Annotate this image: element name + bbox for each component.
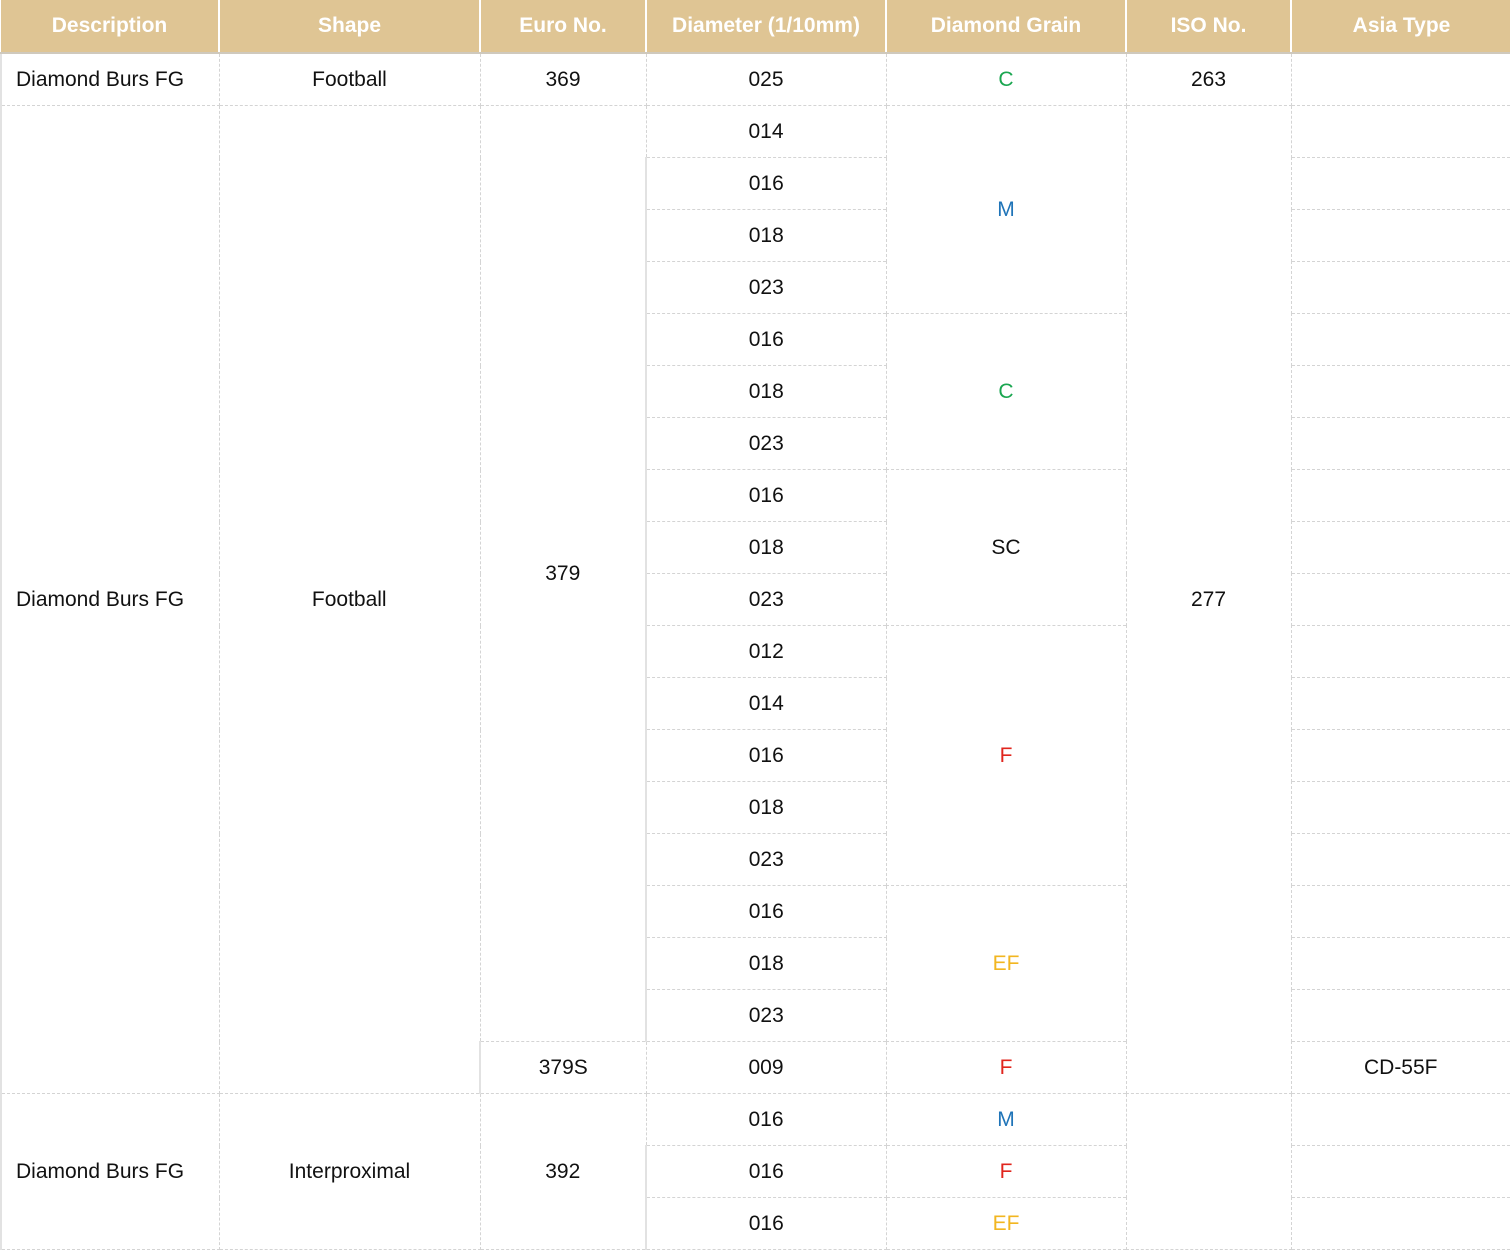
diameter-cell: 016 bbox=[645, 1093, 887, 1146]
asia-type-cell bbox=[1290, 989, 1510, 1042]
grain-cell: C bbox=[885, 52, 1127, 106]
header-euro-no: Euro No. bbox=[480, 0, 647, 54]
asia-type-cell bbox=[1290, 1093, 1510, 1146]
grain-cell: SC bbox=[885, 469, 1127, 626]
asia-type-cell bbox=[1290, 313, 1510, 366]
grain-cell: F bbox=[885, 1145, 1127, 1198]
diameter-cell: 023 bbox=[645, 989, 887, 1042]
euro-no-cell: 379 bbox=[479, 105, 647, 1042]
diameter-cell: 016 bbox=[645, 885, 887, 938]
diameter-cell: 018 bbox=[645, 781, 887, 834]
asia-type-cell bbox=[1290, 781, 1510, 834]
euro-no-cell: 392 bbox=[479, 1093, 647, 1250]
diameter-cell: 016 bbox=[645, 157, 887, 210]
asia-type-cell: CD-55F bbox=[1290, 1041, 1510, 1094]
asia-type-cell bbox=[1290, 417, 1510, 470]
asia-type-cell bbox=[1290, 1197, 1510, 1250]
diameter-cell: 014 bbox=[645, 677, 887, 730]
iso-no-cell: 277 bbox=[1125, 105, 1292, 1094]
diameter-cell: 018 bbox=[645, 209, 887, 262]
asia-type-cell bbox=[1290, 677, 1510, 730]
asia-type-cell bbox=[1290, 157, 1510, 210]
asia-type-cell bbox=[1290, 625, 1510, 678]
table-body: Diamond Burs FG Football 369 025 C 263 Diamond… bbox=[0, 52, 1510, 1250]
diameter-cell: 016 bbox=[645, 729, 887, 782]
shape-cell: Football bbox=[218, 105, 481, 1094]
table-row: Diamond Burs FG Football 369 025 C 263 bbox=[0, 52, 1510, 106]
header-diameter: Diameter (1/10mm) bbox=[646, 0, 887, 54]
description-cell: Diamond Burs FG bbox=[0, 1093, 220, 1250]
euro-no-cell: 379S bbox=[479, 1041, 647, 1094]
iso-no-cell: 263 bbox=[1125, 52, 1292, 106]
shape-cell: Football bbox=[218, 52, 481, 106]
asia-type-cell bbox=[1290, 365, 1510, 418]
diameter-cell: 016 bbox=[645, 1197, 887, 1250]
header-shape: Shape bbox=[219, 0, 481, 54]
asia-type-cell bbox=[1290, 573, 1510, 626]
product-spec-table: Description Shape Euro No. Diameter (1/1… bbox=[0, 0, 1510, 1250]
diameter-cell: 023 bbox=[645, 833, 887, 886]
asia-type-cell bbox=[1290, 937, 1510, 990]
diameter-cell: 018 bbox=[645, 521, 887, 574]
euro-no-cell: 369 bbox=[479, 52, 647, 106]
asia-type-cell bbox=[1290, 261, 1510, 314]
diameter-cell: 014 bbox=[645, 105, 887, 158]
grain-cell: EF bbox=[885, 1197, 1127, 1250]
header-row: Description Shape Euro No. Diameter (1/1… bbox=[1, 0, 1510, 54]
header-diamond-grain: Diamond Grain bbox=[886, 0, 1127, 54]
grain-cell: EF bbox=[885, 885, 1127, 1042]
diameter-cell: 016 bbox=[645, 1145, 887, 1198]
description-cell: Diamond Burs FG bbox=[0, 105, 220, 1094]
shape-cell: Interproximal bbox=[218, 1093, 481, 1250]
grain-cell: M bbox=[885, 105, 1127, 314]
asia-type-cell bbox=[1290, 833, 1510, 886]
asia-type-cell bbox=[1290, 105, 1510, 158]
table-header: Description Shape Euro No. Diameter (1/1… bbox=[1, 0, 1510, 54]
diameter-cell: 025 bbox=[645, 52, 887, 106]
iso-no-cell bbox=[1125, 1093, 1292, 1250]
asia-type-cell bbox=[1290, 521, 1510, 574]
grain-cell: F bbox=[885, 625, 1127, 886]
grain-cell: F bbox=[885, 1041, 1127, 1094]
table-row: Diamond Burs FG Interproximal 392 016 M bbox=[0, 1093, 1510, 1250]
grain-cell: C bbox=[885, 313, 1127, 470]
diameter-cell: 023 bbox=[645, 417, 887, 470]
diameter-cell: 016 bbox=[645, 469, 887, 522]
asia-type-cell bbox=[1290, 729, 1510, 782]
header-description: Description bbox=[1, 0, 220, 54]
header-iso-no: ISO No. bbox=[1126, 0, 1292, 54]
asia-type-cell bbox=[1290, 52, 1510, 106]
grain-cell: M bbox=[885, 1093, 1127, 1146]
diameter-cell: 023 bbox=[645, 261, 887, 314]
asia-type-cell bbox=[1290, 1145, 1510, 1198]
asia-type-cell bbox=[1290, 209, 1510, 262]
diameter-cell: 016 bbox=[645, 313, 887, 366]
table-row: Diamond Burs FG Football 379 014 M 277 bbox=[0, 105, 1510, 1094]
diameter-cell: 012 bbox=[645, 625, 887, 678]
diameter-cell: 018 bbox=[645, 365, 887, 418]
diameter-cell: 023 bbox=[645, 573, 887, 626]
diameter-cell: 018 bbox=[645, 937, 887, 990]
header-asia-type: Asia Type bbox=[1291, 0, 1510, 54]
asia-type-cell bbox=[1290, 469, 1510, 522]
diameter-cell: 009 bbox=[645, 1041, 887, 1094]
description-cell: Diamond Burs FG bbox=[0, 52, 220, 106]
asia-type-cell bbox=[1290, 885, 1510, 938]
